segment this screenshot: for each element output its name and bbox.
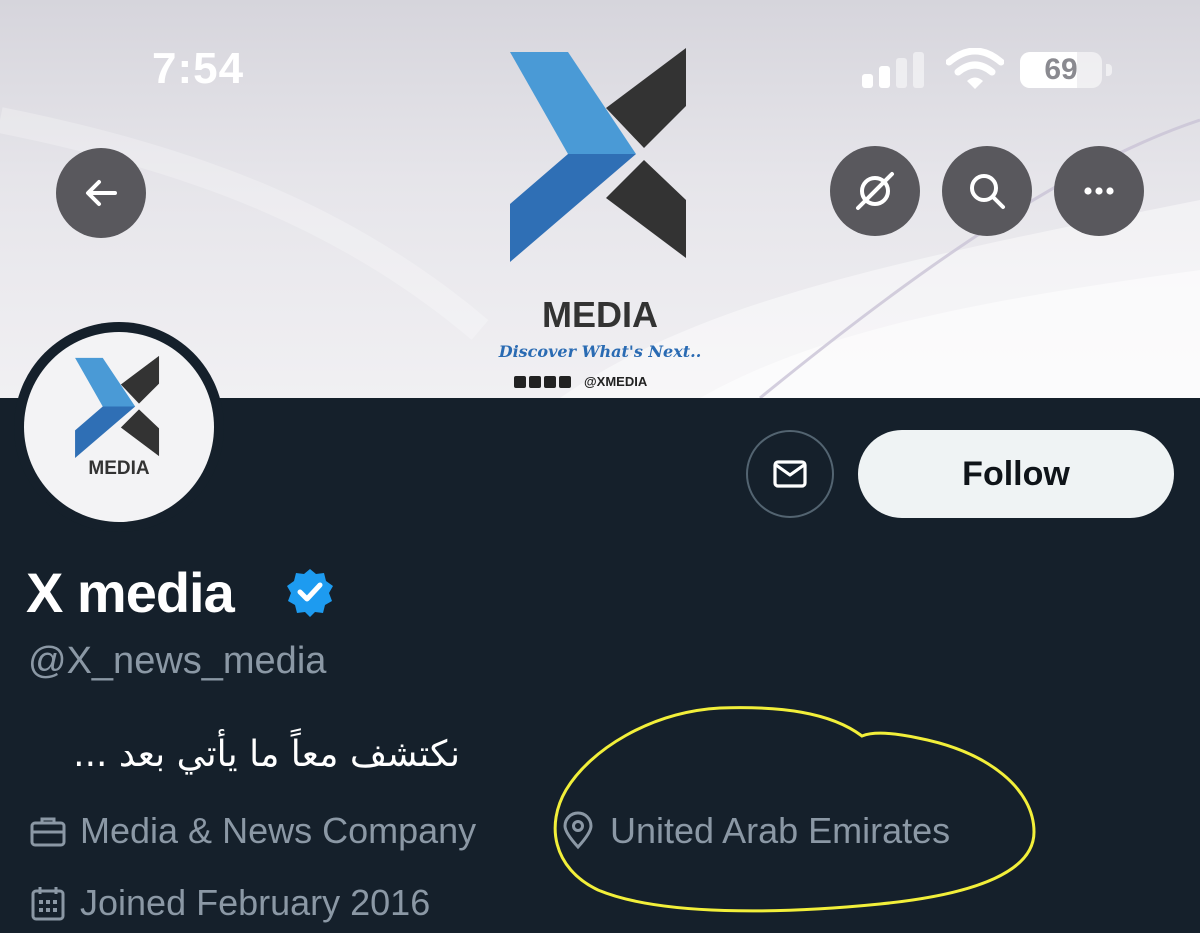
- back-button[interactable]: [56, 148, 146, 238]
- briefcase-icon: [30, 817, 66, 847]
- grok-button[interactable]: [830, 146, 920, 236]
- more-button[interactable]: [1054, 146, 1144, 236]
- calendar-icon: [31, 887, 65, 921]
- banner-logo-tagline: Discover What's Next..: [498, 342, 702, 361]
- profile-category-text: Media & News Company: [80, 810, 477, 851]
- x-logo-mark: [510, 48, 686, 262]
- cellular-signal-icon: [862, 52, 924, 88]
- verified-badge-icon: [287, 569, 333, 617]
- message-button[interactable]: [746, 430, 834, 518]
- profile-bio: نكتشف معاً ما يأتي بعد ...: [73, 734, 460, 775]
- follow-button[interactable]: Follow: [858, 430, 1174, 518]
- facebook-icon: [514, 375, 526, 388]
- instagram-icon: [559, 375, 571, 388]
- avatar-x-logo: [75, 355, 160, 458]
- battery-indicator: 69: [1020, 52, 1112, 88]
- location-pin-icon: [563, 811, 593, 850]
- search-icon: [970, 174, 1005, 209]
- banner-logo-word: MEDIA: [542, 294, 658, 335]
- profile-joined: Joined February 2016: [28, 882, 430, 924]
- avatar-logo-word: MEDIA: [88, 458, 150, 479]
- banner-logo-social: @XMEDIA: [514, 374, 694, 389]
- telegram-icon: [529, 375, 541, 388]
- more-horizontal-icon: [1084, 187, 1114, 195]
- battery-body: 69: [1020, 52, 1102, 88]
- profile-category: Media & News Company: [28, 810, 476, 852]
- battery-level: 69: [1044, 53, 1078, 86]
- status-time: 7:54: [152, 44, 245, 93]
- banner-logo-handle: @XMEDIA: [584, 374, 648, 389]
- search-button[interactable]: [942, 146, 1032, 236]
- profile-location-text: United Arab Emirates: [610, 810, 951, 851]
- profile-handle: @X_news_media: [28, 640, 327, 682]
- arrow-left-icon: [86, 180, 117, 206]
- banner-logo: MEDIA Discover What's Next.. @XMEDIA: [499, 40, 710, 389]
- profile-location: United Arab Emirates: [558, 810, 950, 852]
- youtube-icon: [544, 375, 556, 388]
- profile-joined-text: Joined February 2016: [80, 882, 431, 923]
- avatar[interactable]: MEDIA: [24, 332, 214, 522]
- battery-cap: [1106, 64, 1112, 76]
- display-name: X media: [26, 561, 235, 624]
- envelope-icon: [773, 460, 807, 488]
- slash-circle-icon: [856, 172, 894, 210]
- wifi-icon: [946, 48, 1004, 89]
